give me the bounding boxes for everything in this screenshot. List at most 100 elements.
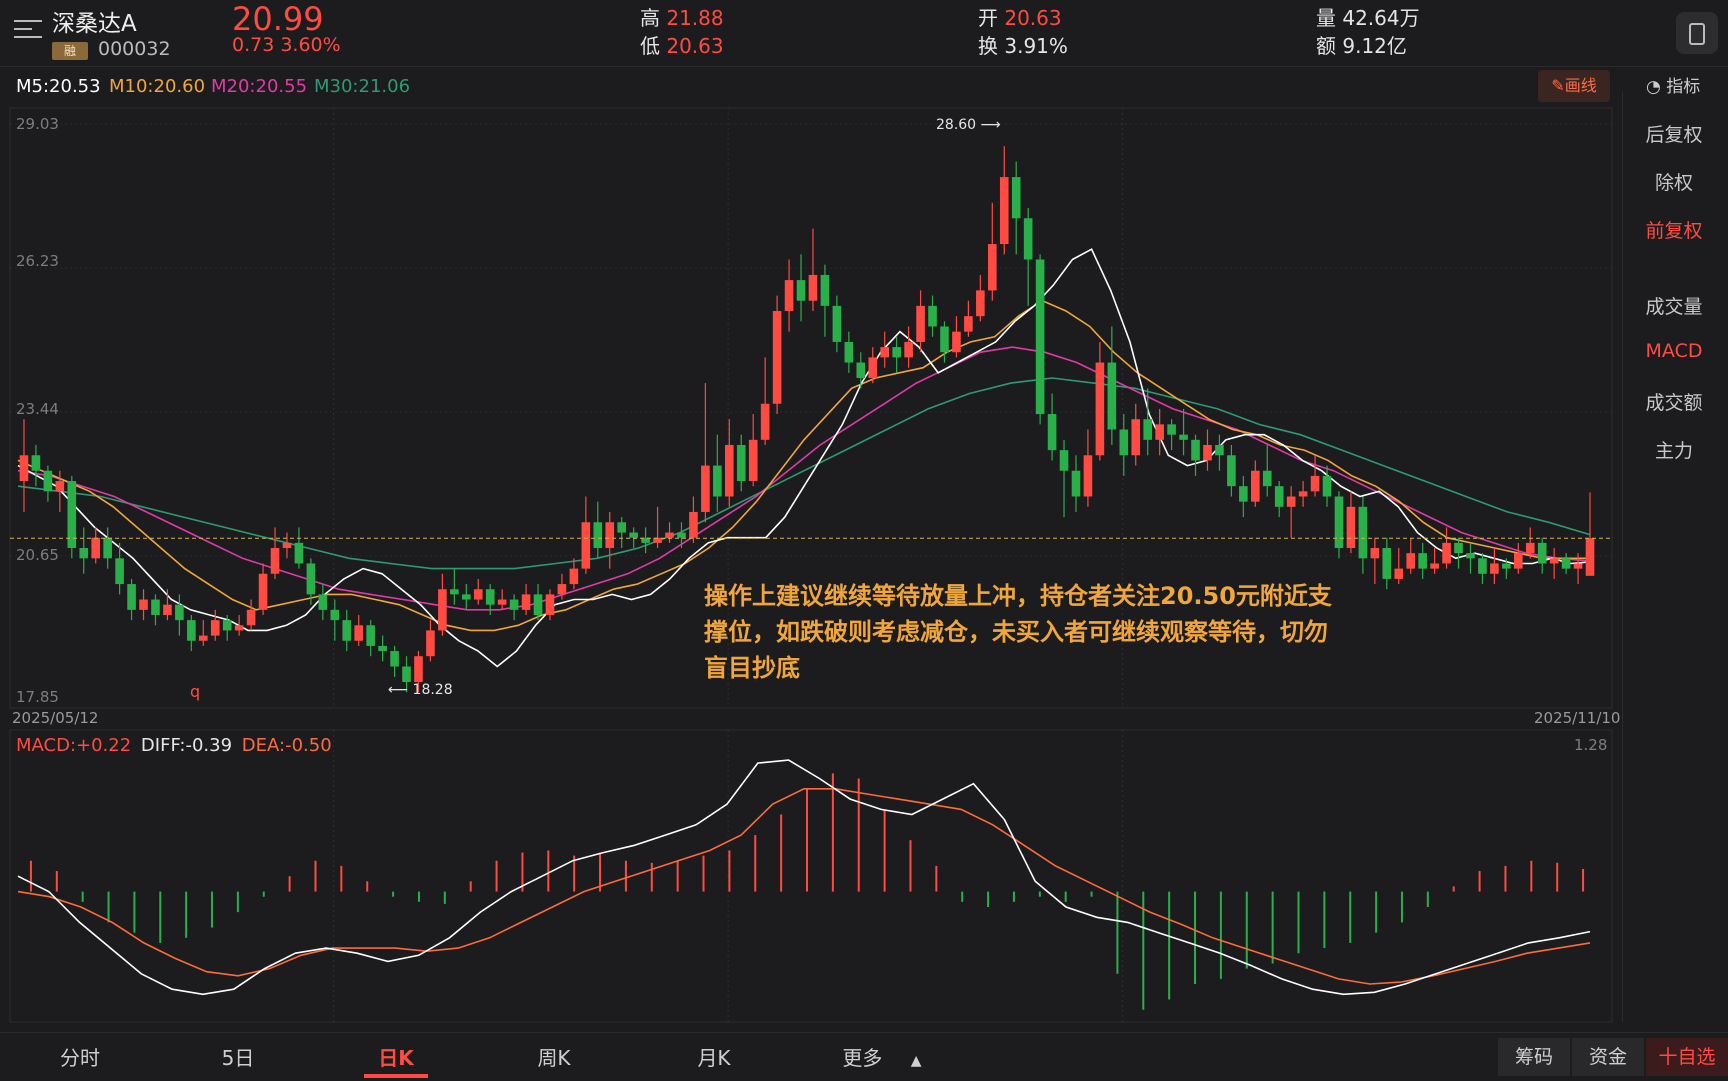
side-item-main-force[interactable]: 主力 <box>1622 436 1726 463</box>
candle <box>987 202 997 301</box>
candle <box>91 527 101 564</box>
candle-body <box>856 362 866 378</box>
candle-body <box>139 599 148 610</box>
candle-body <box>151 599 160 615</box>
candle <box>1346 491 1356 554</box>
side-item-macd[interactable]: MACD <box>1622 340 1726 362</box>
candle <box>641 527 650 554</box>
phone-icon <box>1689 23 1705 45</box>
candle <box>1071 455 1081 512</box>
candle <box>1394 548 1404 585</box>
tab-daily-k[interactable]: 日K <box>366 1042 426 1071</box>
tab-5day[interactable]: 5日 <box>208 1042 268 1071</box>
candle-body <box>964 316 973 332</box>
candle-body <box>1095 362 1105 456</box>
candle-body <box>1561 558 1571 569</box>
candle-body <box>1083 455 1093 497</box>
candle <box>1011 161 1021 255</box>
candle <box>318 584 328 621</box>
price-tick-2: 26.23 <box>16 252 59 270</box>
chart-grid <box>9 107 1613 1023</box>
ma20-line <box>17 346 1591 611</box>
candle-body <box>629 532 638 538</box>
candle-body <box>844 341 854 363</box>
candle <box>246 599 256 631</box>
candle-body <box>79 548 89 559</box>
candle <box>952 316 961 358</box>
candle-body <box>1298 491 1308 497</box>
candle <box>581 496 591 574</box>
candle <box>282 532 292 559</box>
candle <box>736 434 746 492</box>
candle <box>1561 553 1571 574</box>
candle-body <box>1215 444 1224 456</box>
add-watchlist-button[interactable]: 十自选 <box>1646 1038 1728 1076</box>
funds-button[interactable]: 资金 <box>1572 1038 1644 1076</box>
candle <box>868 347 878 384</box>
candle <box>569 558 579 590</box>
candle-body <box>1370 548 1380 559</box>
candle-body <box>258 573 268 610</box>
candle-body <box>987 244 997 291</box>
side-item-back-adjust[interactable]: 后复权 <box>1622 120 1726 147</box>
candle <box>139 589 148 621</box>
candle-body <box>1334 496 1344 549</box>
candle-body <box>928 305 937 327</box>
price-tick-5: 17.85 <box>16 688 59 706</box>
end-date: 2025/11/10 <box>1534 709 1621 727</box>
candle <box>1370 537 1380 585</box>
candle-body <box>485 589 495 605</box>
candle <box>461 584 471 610</box>
candle-body <box>832 305 842 342</box>
candle-body <box>1059 450 1069 471</box>
candle-body <box>1262 470 1272 487</box>
candle-body <box>1454 542 1463 554</box>
candle <box>1119 414 1129 476</box>
candle <box>426 620 435 662</box>
candle <box>1155 408 1164 456</box>
candle-body <box>163 604 172 615</box>
candle <box>187 614 196 652</box>
candle-body <box>1490 563 1499 574</box>
candle-body <box>1346 506 1356 549</box>
candle <box>1023 207 1033 306</box>
kline-chart[interactable] <box>0 0 1620 1032</box>
device-toggle-button[interactable] <box>1676 12 1718 54</box>
candle <box>258 563 268 615</box>
side-item-volume[interactable]: 成交量 <box>1622 292 1726 319</box>
candle <box>605 511 615 569</box>
tab-more[interactable]: 更多 ▲ <box>832 1042 932 1071</box>
candle <box>784 259 794 332</box>
candle-body <box>210 620 220 636</box>
candle-body <box>509 599 519 610</box>
tab-monthly-k[interactable]: 月K <box>684 1042 744 1071</box>
side-item-ex-rights[interactable]: 除权 <box>1622 168 1726 195</box>
candle-body <box>701 465 710 512</box>
candle-body <box>19 455 29 482</box>
candle <box>1095 341 1105 461</box>
candle <box>1490 548 1499 585</box>
candle-body <box>760 403 770 440</box>
candle-body <box>1286 496 1296 507</box>
candle-body <box>677 532 686 538</box>
candle-body <box>473 589 483 600</box>
macd-legend: MACD:+0.22 DIFF:-0.39 DEA:-0.50 <box>16 735 332 756</box>
side-item-turnover[interactable]: 成交额 <box>1622 388 1726 415</box>
candle-body <box>557 584 567 595</box>
candle-body <box>450 589 459 595</box>
candle <box>1203 429 1212 471</box>
candle <box>438 573 447 636</box>
candle <box>1250 460 1260 507</box>
tab-weekly-k[interactable]: 周K <box>524 1042 584 1071</box>
tab-intraday[interactable]: 分时 <box>50 1042 110 1071</box>
diff-value: DIFF:-0.39 <box>140 735 233 756</box>
candle-body <box>282 542 292 549</box>
macd-scale-top: 1.28 <box>1574 736 1608 754</box>
candle <box>1430 548 1439 574</box>
candle <box>1167 419 1176 451</box>
candle-body <box>1143 419 1153 440</box>
side-item-forward-adjust[interactable]: 前复权 <box>1622 216 1726 243</box>
candle <box>760 357 770 445</box>
candle <box>832 295 842 353</box>
chips-button[interactable]: 筹码 <box>1498 1038 1570 1076</box>
